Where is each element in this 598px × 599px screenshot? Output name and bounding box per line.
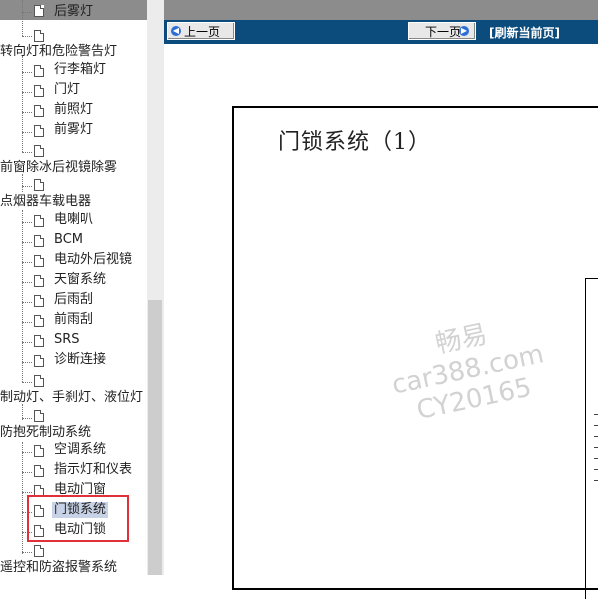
page-icon [34, 5, 44, 17]
tree-folder[interactable]: 遥控和防盗报警系统 [0, 560, 117, 575]
page-icon [34, 275, 44, 287]
navigation-tree[interactable]: 后雾灯 转向灯和危险警告灯 行李箱灯 门灯 前照灯 前雾灯 前窗除冰后视镜除雾 … [0, 0, 147, 575]
page-icon [34, 65, 44, 77]
page-icon[interactable] [34, 30, 44, 42]
tree-item[interactable]: 前雾灯 [54, 122, 93, 138]
page-icon [34, 445, 44, 457]
page-icon [34, 335, 44, 347]
page-icon[interactable] [34, 145, 44, 157]
document-title: 门锁系统（1） [278, 130, 431, 155]
page-icon [34, 355, 44, 367]
page-icon [34, 125, 44, 137]
tree-guide-line [22, 56, 23, 152]
diagram-text [594, 408, 598, 491]
viewer-nav-bar: ◀ 上一页 下一页 ▶ [刷新当前页] [164, 20, 598, 44]
next-page-button[interactable]: 下一页 ▶ [408, 22, 476, 40]
tree-item[interactable]: 前雨刮 [54, 312, 93, 328]
tree-item[interactable]: 指示灯和仪表 [54, 462, 132, 478]
prev-page-button[interactable]: ◀ 上一页 [167, 22, 235, 40]
tree-item[interactable]: SRS [54, 332, 80, 348]
tree-folder[interactable]: 制动灯、手刹灯、液位灯 [0, 390, 143, 406]
document-viewer: ◀ 上一页 下一页 ▶ [刷新当前页] 门锁系统（1） 畅易 car388.co… [164, 20, 598, 599]
page-icon [34, 295, 44, 307]
refresh-page-link[interactable]: [刷新当前页] [489, 24, 560, 41]
tree-guide-line [22, 210, 23, 382]
page-icon[interactable] [34, 545, 44, 557]
page-icon[interactable] [34, 179, 44, 191]
tree-item[interactable]: 行李箱灯 [54, 62, 106, 78]
arrow-right-icon: ▶ [459, 26, 469, 36]
tree-item[interactable]: 门灯 [54, 82, 80, 98]
page-icon [34, 105, 44, 117]
page-icon [34, 215, 44, 227]
tree-guide-line [22, 0, 23, 36]
page-icon[interactable] [34, 375, 44, 387]
tree-item[interactable]: 空调系统 [54, 442, 106, 458]
tree-folder[interactable]: 转向灯和危险警告灯 [0, 44, 117, 60]
tree-scrollbar-thumb[interactable] [148, 300, 162, 575]
page-icon[interactable] [34, 410, 44, 422]
tree-item[interactable]: 后雨刮 [54, 292, 93, 308]
tree-item[interactable]: 诊断连接 [54, 352, 106, 368]
page-icon [34, 465, 44, 477]
tree-folder[interactable]: 点烟器车载电器 [0, 194, 91, 210]
prev-page-label: 上一页 [184, 25, 221, 39]
tree-item[interactable]: BCM [54, 232, 83, 248]
tree-item[interactable]: 前照灯 [54, 102, 93, 118]
page-icon [34, 85, 44, 97]
tree-item[interactable]: 后雾灯 [54, 4, 93, 20]
tree-item[interactable]: 电动外后视镜 [54, 252, 132, 268]
arrow-left-icon: ◀ [171, 26, 181, 36]
tree-guide-line [22, 174, 23, 192]
tree-item[interactable]: 天窗系统 [54, 272, 106, 288]
page-icon [34, 315, 44, 327]
tree-guide-line [22, 442, 23, 554]
highlight-box [27, 495, 129, 542]
page-icon [34, 235, 44, 247]
page-icon [34, 255, 44, 267]
tree-folder[interactable]: 防抱死制动系统 [0, 425, 91, 441]
next-page-label: 下一页 [425, 25, 462, 39]
tree-item[interactable]: 电喇叭 [54, 212, 93, 228]
tree-folder[interactable]: 前窗除冰后视镜除雾 [0, 160, 117, 176]
